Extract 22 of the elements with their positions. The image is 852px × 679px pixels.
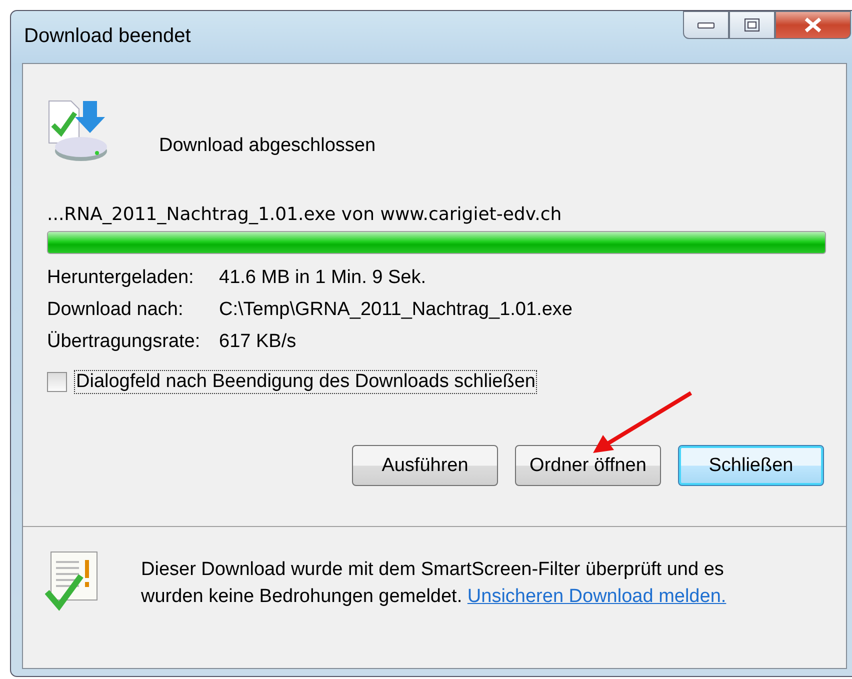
minimize-button[interactable] <box>683 11 729 39</box>
maximize-button[interactable] <box>729 11 775 39</box>
close-icon <box>803 17 823 33</box>
detail-value: 617 KB/s <box>219 331 296 353</box>
minimize-icon <box>697 20 715 30</box>
maximize-icon <box>744 18 760 32</box>
detail-label: Heruntergeladen: <box>47 267 195 289</box>
detail-value: C:\Temp\GRNA_2011_Nachtrag_1.01.exe <box>219 299 572 321</box>
close-button[interactable] <box>775 11 851 39</box>
dialog-button[interactable]: Ausführen <box>352 445 498 486</box>
window-title: Download beendet <box>24 25 191 48</box>
smartscreen-message: Dieser Download wurde mit dem SmartScreen-Filter überprüft und es wurden keine Bedrohungen gemeldet. Unsicheren Download melden. <box>141 558 728 609</box>
detail-value: 41.6 MB in 1 Min. 9 Sek. <box>219 267 426 289</box>
file-source-text: ...RNA_2011_Nachtrag_1.01.exe von www.carigiet-edv.ch <box>47 204 563 225</box>
status-text: Download abgeschlossen <box>159 135 376 157</box>
dialog-button[interactable]: Ordner öffnen <box>515 445 661 486</box>
dialog-button[interactable]: Schließen <box>678 445 824 486</box>
detail-label: Übertragungsrate: <box>47 331 202 353</box>
checkbox-label[interactable]: Dialogfeld nach Beendigung des Downloads schließen <box>74 370 538 394</box>
checkbox[interactable] <box>47 372 67 392</box>
detail-label: Download nach: <box>47 299 184 321</box>
report-link[interactable]: Unsicheren Download melden. <box>467 586 726 607</box>
